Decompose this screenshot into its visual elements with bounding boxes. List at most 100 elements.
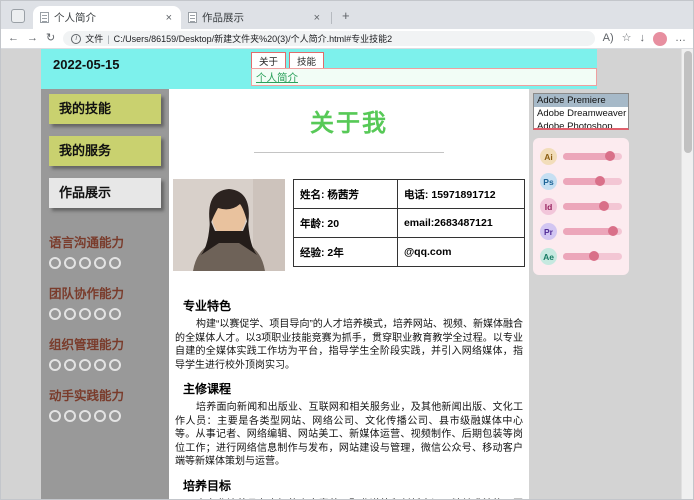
forward-button[interactable]: → bbox=[27, 33, 38, 44]
slider-knob[interactable] bbox=[589, 251, 600, 261]
page-info-icon[interactable]: i bbox=[71, 33, 82, 44]
rating-dot bbox=[94, 410, 106, 422]
browser-tab-strip: 个人简介 × 作品展示 × + bbox=[1, 1, 693, 29]
browser-tab-active[interactable]: 个人简介 × bbox=[33, 6, 181, 29]
rating-dot bbox=[49, 410, 61, 422]
rating-dot bbox=[49, 359, 61, 371]
rating-dot bbox=[109, 359, 121, 371]
sidebar-item-portfolio[interactable]: 作品展示 bbox=[49, 178, 161, 208]
new-tab-button[interactable]: + bbox=[342, 9, 350, 22]
skill-name: 团队协作能力 bbox=[49, 287, 125, 301]
tab-title: 个人简介 bbox=[54, 12, 96, 24]
skill-rating-dots bbox=[49, 359, 169, 371]
rating-dot bbox=[64, 257, 76, 269]
section-heading: 专业特色 bbox=[183, 299, 232, 313]
close-tab-icon[interactable]: × bbox=[164, 12, 174, 24]
date-label: 2022-05-15 bbox=[53, 57, 120, 72]
rating-dot bbox=[109, 257, 121, 269]
table-row: 姓名: 杨茜芳 电话: 15971891712 bbox=[293, 179, 526, 209]
left-sidebar: 我的技能 我的服务 作品展示 语言沟通能力 团队协作能力 组织管理能力 动手实践… bbox=[41, 89, 169, 499]
section-goals: 培养目标 本专业培养具有良好的人文素养、职业道德和创新意识，精益求精的工匠精神；… bbox=[169, 477, 529, 500]
profile-avatar[interactable] bbox=[653, 31, 667, 46]
personal-info-table: 姓名: 杨茜芳 电话: 15971891712 年龄: 20 email:268… bbox=[293, 179, 526, 267]
breadcrumb-strip: 个人简介 bbox=[251, 68, 597, 86]
home-link[interactable]: 个人简介 bbox=[256, 70, 298, 85]
info-cell-phone: 电话: 15971891712 bbox=[396, 179, 526, 209]
slider-knob[interactable] bbox=[605, 151, 616, 161]
skill-item: 团队协作能力 bbox=[49, 283, 169, 320]
table-row: 年龄: 20 email:2683487121 bbox=[293, 208, 526, 238]
page-favicon-icon bbox=[40, 12, 49, 23]
menu-icon[interactable]: … bbox=[675, 33, 686, 44]
skill-name: 动手实践能力 bbox=[49, 389, 125, 403]
select-option-photoshop[interactable]: Adobe Photoshop bbox=[534, 120, 628, 128]
proficiency-slider[interactable] bbox=[563, 151, 622, 161]
refresh-button[interactable]: ↻ bbox=[46, 33, 55, 44]
section-body: 构建“以赛促学、项目导向”的人才培养模式，培养网站、视频、新媒体融合的全媒体人才… bbox=[175, 319, 523, 371]
proficiency-slider[interactable] bbox=[563, 176, 622, 186]
read-aloud-icon[interactable]: A) bbox=[603, 33, 614, 44]
sidebar-item-my-services[interactable]: 我的服务 bbox=[49, 136, 161, 166]
tab-actions-button[interactable] bbox=[11, 9, 25, 23]
tool-row: Ai bbox=[540, 148, 622, 165]
scrollbar-thumb[interactable] bbox=[683, 51, 692, 153]
info-cell-experience: 经验: 2年 bbox=[293, 237, 398, 267]
skill-item: 语言沟通能力 bbox=[49, 232, 169, 269]
rating-dot bbox=[94, 257, 106, 269]
page-favicon-icon bbox=[188, 12, 197, 23]
tool-row: Ps bbox=[540, 173, 622, 190]
skill-ratings: 语言沟通能力 团队协作能力 组织管理能力 动手实践能力 bbox=[41, 232, 169, 422]
software-select-list[interactable]: Adobe Premiere Adobe Dreamweaver Adobe P… bbox=[533, 93, 629, 130]
address-scheme-label: 文件 bbox=[85, 34, 104, 44]
title-divider bbox=[254, 152, 444, 153]
rating-dot bbox=[64, 410, 76, 422]
tool-proficiency-panel: Ai Ps Id Pr Ae bbox=[533, 138, 629, 275]
slider-knob[interactable] bbox=[595, 176, 606, 186]
slider-knob[interactable] bbox=[608, 226, 619, 236]
tool-row: Pr bbox=[540, 223, 622, 240]
tool-row: Ae bbox=[540, 248, 622, 265]
web-page: 2022-05-15 关于 技能 个人简介 我的技能 我的服务 作品展示 语言沟… bbox=[1, 49, 693, 500]
address-url: C:/Users/86159/Desktop/新建文件夹%20(3)/个人简介.… bbox=[113, 34, 393, 44]
rating-dot bbox=[79, 257, 91, 269]
browser-window: 个人简介 × 作品展示 × + ← → ↻ i 文件 | C:/Users/86… bbox=[0, 0, 694, 500]
skill-item: 组织管理能力 bbox=[49, 334, 169, 371]
section-courses: 主修课程 培养面向新闻和出版业、互联网和相关服务业，及其他新闻出版、文化工作人员… bbox=[169, 380, 529, 469]
select-option-premiere[interactable]: Adobe Premiere bbox=[534, 94, 628, 107]
proficiency-slider[interactable] bbox=[563, 201, 622, 211]
rating-dot bbox=[64, 308, 76, 320]
select-option-dreamweaver[interactable]: Adobe Dreamweaver bbox=[534, 107, 628, 120]
skill-rating-dots bbox=[49, 257, 169, 269]
close-tab-icon[interactable]: × bbox=[312, 12, 322, 24]
right-panel: Adobe Premiere Adobe Dreamweaver Adobe P… bbox=[533, 93, 629, 275]
rating-dot bbox=[49, 308, 61, 320]
downloads-icon[interactable]: ↓ bbox=[640, 33, 646, 44]
rating-dot bbox=[49, 257, 61, 269]
section-heading: 主修课程 bbox=[183, 382, 232, 396]
profile-photo bbox=[173, 179, 285, 271]
sidebar-item-my-skills[interactable]: 我的技能 bbox=[49, 94, 161, 124]
section-body: 培养面向新闻和出版业、互联网和相关服务业，及其他新闻出版、文化工作人员：主要是各… bbox=[175, 402, 523, 467]
proficiency-slider[interactable] bbox=[563, 251, 622, 261]
skill-rating-dots bbox=[49, 308, 169, 320]
info-cell-email-domain: @qq.com bbox=[396, 237, 526, 267]
back-button[interactable]: ← bbox=[8, 33, 19, 44]
main-content: 关于我 姓名: 杨茜芳 电话: 15971891712 年龄: 20 email… bbox=[169, 89, 529, 500]
rating-dot bbox=[109, 308, 121, 320]
id-icon: Id bbox=[540, 198, 557, 215]
rating-dot bbox=[64, 359, 76, 371]
profile-row: 姓名: 杨茜芳 电话: 15971891712 年龄: 20 email:268… bbox=[173, 179, 526, 271]
proficiency-slider[interactable] bbox=[563, 226, 622, 236]
favorites-star-icon[interactable]: ☆ bbox=[622, 33, 632, 44]
info-cell-email: email:2683487121 bbox=[396, 208, 526, 238]
skill-rating-dots bbox=[49, 410, 169, 422]
address-bar[interactable]: i 文件 | C:/Users/86159/Desktop/新建文件夹%20(3… bbox=[63, 31, 595, 46]
skill-name: 组织管理能力 bbox=[49, 338, 125, 352]
skill-name: 语言沟通能力 bbox=[49, 236, 125, 250]
pr-icon: Pr bbox=[540, 223, 557, 240]
table-row: 经验: 2年 @qq.com bbox=[293, 237, 526, 267]
slider-knob[interactable] bbox=[598, 201, 609, 211]
page-scrollbar[interactable] bbox=[681, 49, 693, 499]
page-header: 2022-05-15 关于 技能 个人简介 bbox=[41, 49, 597, 89]
browser-tab-inactive[interactable]: 作品展示 × bbox=[181, 6, 329, 29]
